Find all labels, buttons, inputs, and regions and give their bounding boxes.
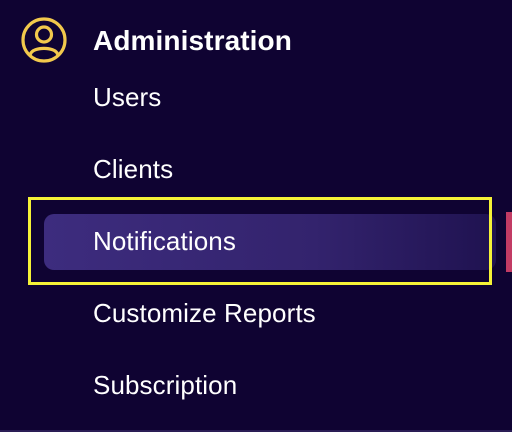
administration-title: Administration [93,25,292,56]
nav-item-clients[interactable]: Clients [93,154,173,185]
nav-item-users[interactable]: Users [93,82,161,113]
active-edge-indicator [506,212,512,272]
user-circle-icon [21,17,67,63]
nav-item-customize-reports[interactable]: Customize Reports [93,298,316,329]
focus-outline [28,197,492,285]
nav-item-subscription[interactable]: Subscription [93,370,237,401]
administration-section-header[interactable]: Administration [20,16,292,64]
